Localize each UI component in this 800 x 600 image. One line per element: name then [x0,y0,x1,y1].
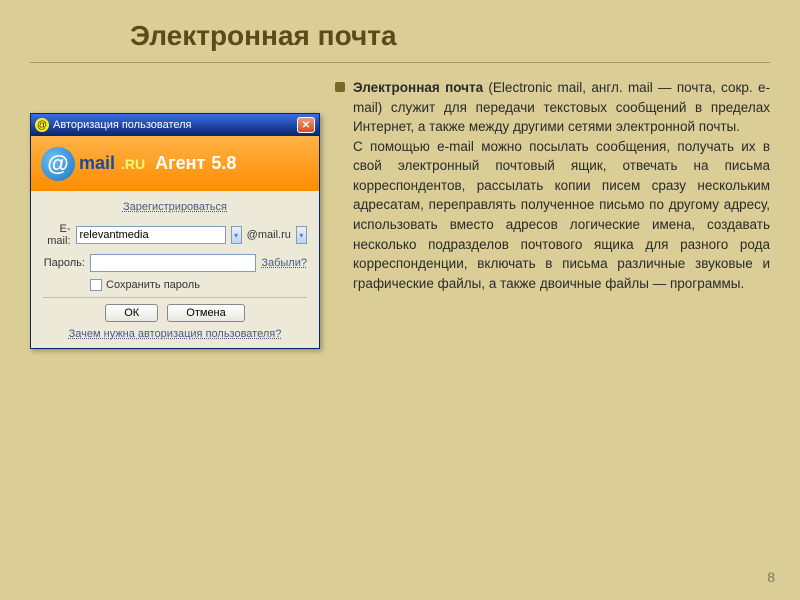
password-label: Пароль: [43,257,85,269]
at-logo-icon: @ [41,147,75,181]
save-password-checkbox[interactable] [90,279,102,291]
domain-label: @mail.ru [247,229,291,241]
close-icon[interactable]: ✕ [297,117,315,133]
separator [43,297,307,298]
divider [30,62,770,63]
auth-dialog: @ Авторизация пользователя ✕ @ mail .RU А… [30,113,320,349]
email-input[interactable] [76,226,226,244]
register-link[interactable]: Зарегистрироваться [123,201,227,213]
why-auth-link[interactable]: Зачем нужна авторизация пользователя? [69,328,282,340]
brand-version: 5.8 [211,153,236,174]
app-icon: @ [35,118,49,132]
bullet-icon [335,82,345,92]
page-number: 8 [767,569,775,585]
window-title: Авторизация пользователя [53,119,293,131]
save-password-label: Сохранить пароль [106,279,200,291]
brand-agent: Агент [155,153,205,174]
titlebar[interactable]: @ Авторизация пользователя ✕ [31,114,319,136]
brand-mail: mail [79,153,115,174]
email-dropdown-icon[interactable]: ▾ [231,226,242,244]
body-text: Электронная почта (Electronic mail, англ… [353,78,770,293]
cancel-button[interactable]: Отмена [167,304,244,322]
brand-ru: .RU [121,156,145,172]
password-input[interactable] [90,254,256,272]
forgot-link[interactable]: Забыли? [261,257,307,269]
ok-button[interactable]: ОК [105,304,158,322]
domain-dropdown-icon[interactable]: ▾ [296,226,307,244]
email-label: E-mail: [43,223,71,247]
slide-title: Электронная почта [130,20,770,52]
brand-banner: @ mail .RU Агент 5.8 [31,136,319,191]
